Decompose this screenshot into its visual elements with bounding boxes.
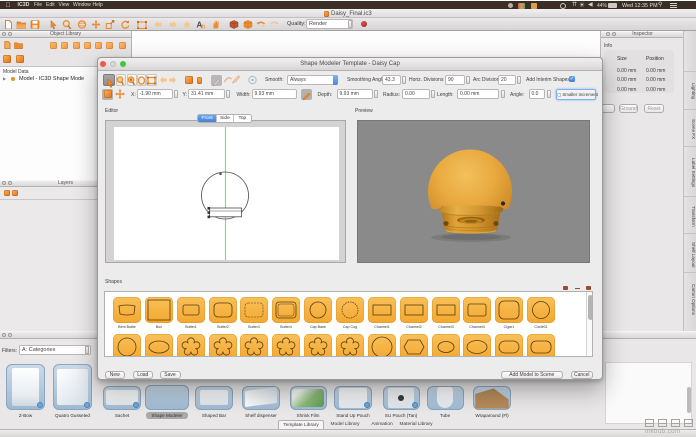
svg-text:b: b <box>202 24 206 30</box>
